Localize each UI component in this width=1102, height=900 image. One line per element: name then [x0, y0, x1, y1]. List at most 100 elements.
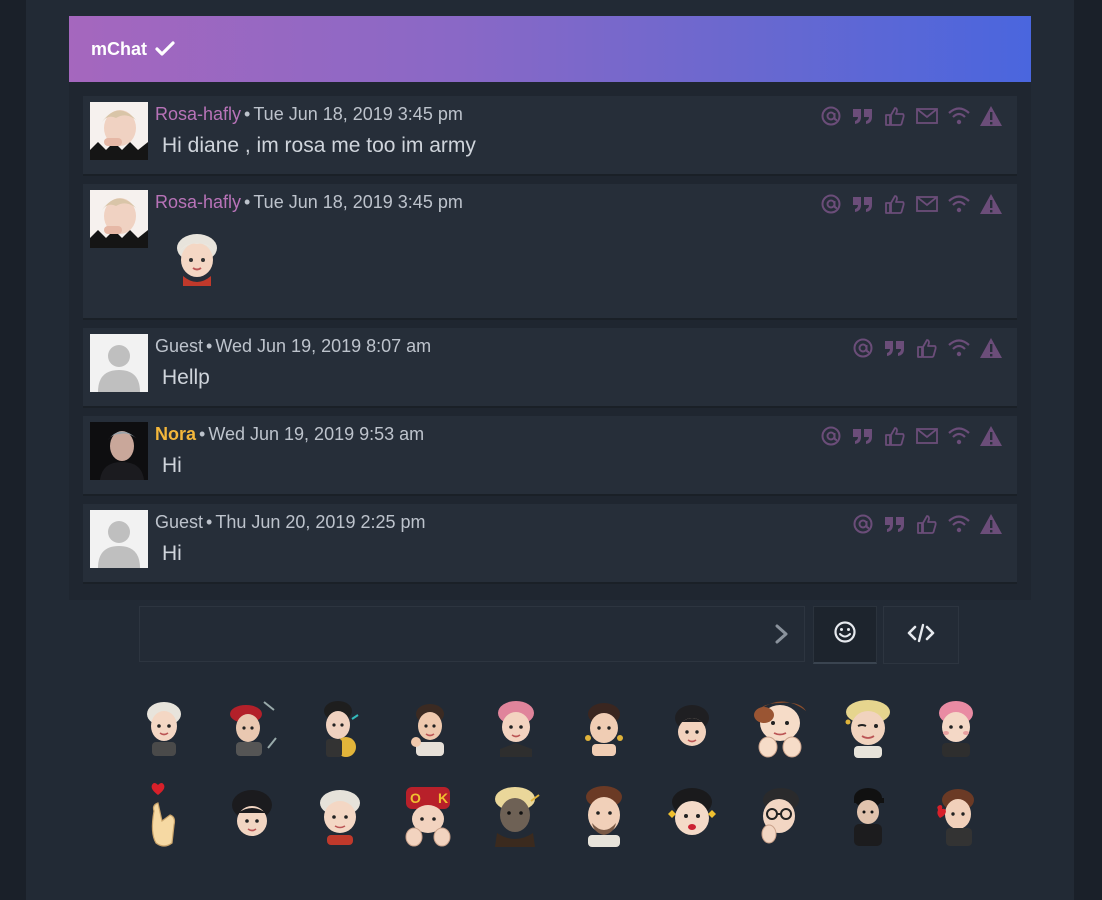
message-meta: Rosa-hafly • Tue Jun 18, 2019 3:45 pm	[155, 192, 463, 212]
smiley-dark-skin[interactable]	[472, 783, 560, 849]
code-icon	[907, 622, 935, 649]
ip-icon[interactable]	[945, 424, 973, 448]
ip-icon[interactable]	[945, 104, 973, 128]
report-icon[interactable]	[977, 512, 1005, 536]
input-row	[139, 606, 959, 664]
smiley-blonde-wink[interactable]	[824, 696, 912, 760]
smiley-finger-heart[interactable]	[120, 781, 208, 851]
smiley-beard[interactable]	[560, 783, 648, 849]
message-list: Rosa-hafly • Tue Jun 18, 2019 3:45 pm Hi d…	[69, 82, 1031, 600]
avatar[interactable]	[90, 422, 148, 480]
svg-text:O: O	[410, 790, 421, 806]
ip-icon[interactable]	[945, 512, 973, 536]
like-icon[interactable]	[913, 336, 941, 360]
quote-icon[interactable]	[881, 336, 909, 360]
at-icon[interactable]	[849, 336, 877, 360]
svg-text:K: K	[438, 790, 448, 806]
avatar[interactable]	[90, 510, 148, 568]
smiley-black-hair[interactable]	[208, 785, 296, 847]
check-icon	[155, 40, 175, 58]
timestamp: Tue Jun 18, 2019 3:45 pm	[253, 104, 463, 124]
at-icon[interactable]	[817, 424, 845, 448]
mchat-panel: mChat Rosa-hafly • Tue Jun 18, 2019 3:45 p…	[69, 16, 1031, 600]
at-icon[interactable]	[817, 192, 845, 216]
smiley-pink-blush[interactable]	[912, 697, 1000, 759]
avatar[interactable]	[90, 190, 148, 248]
message-text: Hi	[162, 454, 182, 477]
at-icon[interactable]	[817, 104, 845, 128]
report-icon[interactable]	[977, 336, 1005, 360]
smilies-panel: OK	[120, 684, 1000, 860]
quote-icon[interactable]	[849, 104, 877, 128]
message-text: Hi	[162, 542, 182, 565]
report-icon[interactable]	[977, 424, 1005, 448]
username[interactable]: Guest	[155, 336, 203, 356]
username[interactable]: Rosa-hafly	[155, 192, 241, 212]
message-actions	[849, 336, 1005, 360]
smiley-glasses[interactable]	[736, 784, 824, 848]
at-icon[interactable]	[849, 512, 877, 536]
left-gutter	[0, 0, 26, 900]
quote-icon[interactable]	[881, 512, 909, 536]
smiley-red-beret[interactable]	[208, 698, 296, 758]
avatar[interactable]	[90, 102, 148, 160]
smilies-button[interactable]	[813, 606, 877, 664]
mchat-title: mChat	[91, 38, 148, 59]
right-gutter	[1074, 0, 1102, 900]
smiley-pink-hair[interactable]	[472, 697, 560, 759]
ip-icon[interactable]	[945, 192, 973, 216]
like-icon[interactable]	[913, 512, 941, 536]
smiley-icon	[833, 620, 857, 649]
message-meta: Guest • Thu Jun 20, 2019 2:25 pm	[155, 512, 426, 532]
pm-icon[interactable]	[913, 424, 941, 448]
chat-message: Guest • Wed Jun 19, 2019 8:07 am Hellp	[83, 328, 1017, 408]
smiley-earrings[interactable]	[560, 698, 648, 758]
username[interactable]: Guest	[155, 512, 203, 532]
message-meta: Guest • Wed Jun 19, 2019 8:07 am	[155, 336, 432, 356]
pm-icon[interactable]	[913, 104, 941, 128]
report-icon[interactable]	[977, 104, 1005, 128]
message-actions	[817, 424, 1005, 448]
sticker-image	[169, 230, 225, 293]
message-actions	[817, 104, 1005, 128]
avatar[interactable]	[90, 334, 148, 392]
like-icon[interactable]	[881, 192, 909, 216]
chevron-right-icon[interactable]	[774, 623, 790, 650]
bbcode-button[interactable]	[883, 606, 959, 664]
timestamp: Thu Jun 20, 2019 2:25 pm	[215, 512, 426, 532]
chat-message: Nora • Wed Jun 19, 2019 9:53 am Hi	[83, 416, 1017, 496]
message-meta: Rosa-hafly • Tue Jun 18, 2019 3:45 pm	[155, 104, 463, 124]
timestamp: Wed Jun 19, 2019 9:53 am	[208, 424, 425, 444]
smiley-dark-hair[interactable]	[648, 700, 736, 756]
message-meta: Nora • Wed Jun 19, 2019 9:53 am	[155, 424, 425, 444]
ip-icon[interactable]	[945, 336, 973, 360]
smilies-row	[120, 684, 1000, 772]
smiley-ok-cap[interactable]: OK	[384, 783, 472, 849]
smiley-chin-rest[interactable]	[736, 695, 824, 761]
like-icon[interactable]	[881, 424, 909, 448]
chat-message: Rosa-hafly • Tue Jun 18, 2019 3:45 pm	[83, 184, 1017, 320]
smiley-yellow-earrings[interactable]	[648, 784, 736, 848]
username[interactable]: Rosa-hafly	[155, 104, 241, 124]
mchat-header: mChat	[69, 16, 1031, 82]
chat-message: Guest • Thu Jun 20, 2019 2:25 pm Hi	[83, 504, 1017, 584]
timestamp: Tue Jun 18, 2019 3:45 pm	[253, 192, 463, 212]
pm-icon[interactable]	[913, 192, 941, 216]
message-actions	[817, 192, 1005, 216]
chat-message: Rosa-hafly • Tue Jun 18, 2019 3:45 pm Hi d…	[83, 96, 1017, 176]
report-icon[interactable]	[977, 192, 1005, 216]
quote-icon[interactable]	[849, 424, 877, 448]
quote-icon[interactable]	[849, 192, 877, 216]
smiley-gold-bear[interactable]	[296, 697, 384, 759]
smiley-white-hair-2[interactable]	[296, 785, 384, 847]
smilies-row: OK	[120, 772, 1000, 860]
smiley-brown-hair[interactable]	[384, 698, 472, 758]
message-input[interactable]	[139, 606, 805, 662]
timestamp: Wed Jun 19, 2019 8:07 am	[215, 336, 432, 356]
smiley-black-cap[interactable]	[824, 784, 912, 848]
smiley-white-hair[interactable]	[120, 698, 208, 758]
like-icon[interactable]	[881, 104, 909, 128]
message-text: Hi diane , im rosa me too im army	[162, 134, 476, 157]
username[interactable]: Nora	[155, 424, 196, 444]
smiley-red-heart[interactable]	[912, 784, 1000, 848]
